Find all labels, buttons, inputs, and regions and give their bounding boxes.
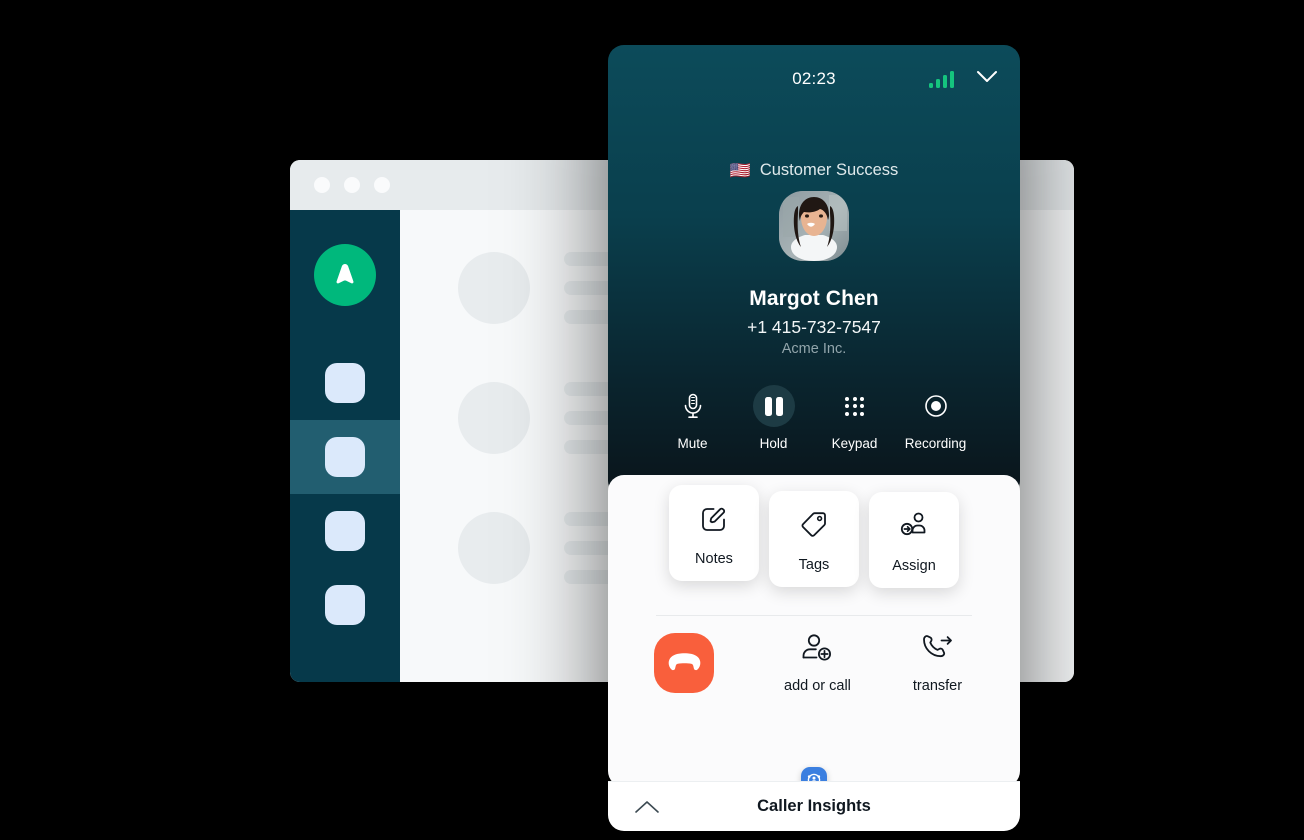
call-team-row: 🇺🇸 Customer Success xyxy=(608,161,1020,180)
end-call-action[interactable] xyxy=(654,633,714,693)
contact-name: Margot Chen xyxy=(749,287,879,310)
nav-chip-icon xyxy=(325,363,365,403)
app-sidebar xyxy=(290,210,400,682)
sidebar-item-4[interactable] xyxy=(290,568,400,642)
sidebar-item-3[interactable] xyxy=(290,494,400,568)
assign-user-arrow-icon xyxy=(898,509,930,546)
recording-button[interactable]: Recording xyxy=(899,385,973,451)
minimize-dot[interactable] xyxy=(344,177,360,193)
nav-chip-icon xyxy=(325,511,365,551)
skeleton-avatar xyxy=(458,512,530,584)
caller-insights-bar[interactable]: Caller Insights xyxy=(608,781,1020,831)
control-label: Keypad xyxy=(831,436,878,451)
chevron-down-icon[interactable] xyxy=(976,70,998,88)
divider xyxy=(656,615,972,616)
aircall-logo-icon[interactable] xyxy=(314,244,376,306)
hold-button[interactable]: Hold xyxy=(737,385,811,451)
notes-card[interactable]: Notes xyxy=(669,485,759,581)
team-name-label: Customer Success xyxy=(759,161,899,179)
action-label: add or call xyxy=(784,678,851,694)
nav-chip-icon xyxy=(325,585,365,625)
skeleton-avatar xyxy=(458,252,530,324)
call-timer: 02:23 xyxy=(792,69,836,88)
end-call-handset-icon xyxy=(654,633,714,693)
control-label: Recording xyxy=(904,436,967,451)
nav-chip-icon xyxy=(325,437,365,477)
maximize-dot[interactable] xyxy=(374,177,390,193)
call-panel: 02:23 🇺🇸 Customer Success Margot Chen +1… xyxy=(608,45,1020,831)
skeleton-avatar xyxy=(458,382,530,454)
sidebar-item-1[interactable] xyxy=(290,346,400,420)
microphone-icon xyxy=(672,385,714,427)
add-person-icon xyxy=(800,633,834,668)
close-dot[interactable] xyxy=(314,177,330,193)
action-label: transfer xyxy=(912,678,963,694)
card-label: Tags xyxy=(798,557,830,573)
control-label: Mute xyxy=(677,436,708,451)
transfer-call-icon xyxy=(920,633,954,668)
control-label: Hold xyxy=(759,436,788,451)
add-or-call-action[interactable]: add or call xyxy=(784,633,851,694)
call-controls-row: Mute Hold Keypad Recording xyxy=(608,385,1020,451)
call-actions-row: add or call transfer xyxy=(608,633,1020,694)
contact-phone-number: +1 415-732-7547 xyxy=(747,317,881,337)
us-flag-icon: 🇺🇸 xyxy=(729,161,751,180)
edit-pencil-square-icon xyxy=(698,502,730,539)
tag-icon xyxy=(798,508,830,545)
tags-card[interactable]: Tags xyxy=(769,491,859,587)
card-label: Assign xyxy=(892,558,936,574)
chevron-up-icon[interactable] xyxy=(634,800,660,814)
call-status-row: 02:23 xyxy=(608,69,1020,89)
caller-insights-label: Caller Insights xyxy=(757,797,871,815)
transfer-action[interactable]: transfer xyxy=(913,633,962,694)
card-label: Notes xyxy=(695,551,733,567)
record-circle-icon xyxy=(915,385,957,427)
pause-icon xyxy=(752,385,795,427)
quick-actions-row: Notes Tags Assign xyxy=(608,485,1020,588)
sidebar-item-2[interactable] xyxy=(290,420,400,494)
signal-bars-icon xyxy=(929,70,954,88)
keypad-button[interactable]: Keypad xyxy=(818,385,892,451)
keypad-dots-icon xyxy=(834,385,876,427)
contact-company: Acme Inc. xyxy=(781,341,847,357)
screenshot-canvas: 02:23 🇺🇸 Customer Success Margot Chen +1… xyxy=(0,0,1304,840)
assign-card[interactable]: Assign xyxy=(869,492,959,588)
mute-button[interactable]: Mute xyxy=(656,385,730,451)
avatar xyxy=(779,191,849,261)
